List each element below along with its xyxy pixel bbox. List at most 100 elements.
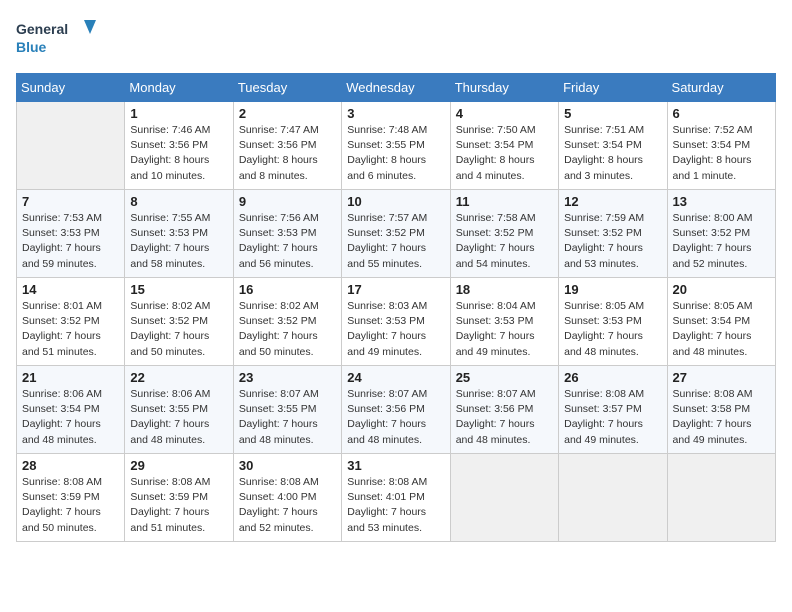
day-info: Sunrise: 7:47 AM Sunset: 3:56 PM Dayligh… bbox=[239, 123, 336, 184]
day-number: 4 bbox=[456, 106, 553, 121]
day-info: Sunrise: 8:08 AM Sunset: 3:59 PM Dayligh… bbox=[22, 475, 119, 536]
calendar-cell: 7Sunrise: 7:53 AM Sunset: 3:53 PM Daylig… bbox=[17, 190, 125, 278]
calendar-cell: 31Sunrise: 8:08 AM Sunset: 4:01 PM Dayli… bbox=[342, 454, 450, 542]
day-number: 12 bbox=[564, 194, 661, 209]
calendar-cell: 5Sunrise: 7:51 AM Sunset: 3:54 PM Daylig… bbox=[559, 102, 667, 190]
header-day-thursday: Thursday bbox=[450, 74, 558, 102]
day-number: 9 bbox=[239, 194, 336, 209]
day-number: 11 bbox=[456, 194, 553, 209]
day-info: Sunrise: 7:58 AM Sunset: 3:52 PM Dayligh… bbox=[456, 211, 553, 272]
calendar-cell: 3 Sunrise: 7:48 AM Sunset: 3:55 PM Daylig… bbox=[342, 102, 450, 190]
calendar-cell: 11 Sunrise: 7:58 AM Sunset: 3:52 PM Dayli… bbox=[450, 190, 558, 278]
day-number: 8 bbox=[130, 194, 227, 209]
day-info: Sunrise: 8:07 AM Sunset: 3:55 PM Dayligh… bbox=[239, 387, 336, 448]
calendar-cell: 20 Sunrise: 8:05 AM Sunset: 3:54 PM Dayli… bbox=[667, 278, 775, 366]
calendar-cell: 26 Sunrise: 8:08 AM Sunset: 3:57 PM Dayli… bbox=[559, 366, 667, 454]
calendar-cell: 19 Sunrise: 8:05 AM Sunset: 3:53 PM Dayli… bbox=[559, 278, 667, 366]
day-number: 6 bbox=[673, 106, 770, 121]
day-number: 18 bbox=[456, 282, 553, 297]
calendar-cell: 1 Sunrise: 7:46 AM Sunset: 3:56 PM Daylig… bbox=[125, 102, 233, 190]
day-number: 23 bbox=[239, 370, 336, 385]
calendar-table: SundayMondayTuesdayWednesdayThursdayFrid… bbox=[16, 73, 776, 542]
day-number: 13 bbox=[673, 194, 770, 209]
svg-text:General: General bbox=[16, 21, 68, 37]
svg-text:Blue: Blue bbox=[16, 39, 47, 55]
day-number: 20 bbox=[673, 282, 770, 297]
calendar-cell: 15 Sunrise: 8:02 AM Sunset: 3:52 PM Dayli… bbox=[125, 278, 233, 366]
header-day-sunday: Sunday bbox=[17, 74, 125, 102]
week-row-1: 1 Sunrise: 7:46 AM Sunset: 3:56 PM Daylig… bbox=[17, 102, 776, 190]
header-row: SundayMondayTuesdayWednesdayThursdayFrid… bbox=[17, 74, 776, 102]
day-info: Sunrise: 7:50 AM Sunset: 3:54 PM Dayligh… bbox=[456, 123, 553, 184]
day-info: Sunrise: 8:00 AM Sunset: 3:52 PM Dayligh… bbox=[673, 211, 770, 272]
day-number: 25 bbox=[456, 370, 553, 385]
day-info: Sunrise: 8:02 AM Sunset: 3:52 PM Dayligh… bbox=[130, 299, 227, 360]
calendar-cell: 17Sunrise: 8:03 AM Sunset: 3:53 PM Dayli… bbox=[342, 278, 450, 366]
week-row-5: 28Sunrise: 8:08 AM Sunset: 3:59 PM Dayli… bbox=[17, 454, 776, 542]
calendar-cell: 14 Sunrise: 8:01 AM Sunset: 3:52 PM Dayli… bbox=[17, 278, 125, 366]
day-number: 7 bbox=[22, 194, 119, 209]
header-day-saturday: Saturday bbox=[667, 74, 775, 102]
day-info: Sunrise: 8:07 AM Sunset: 3:56 PM Dayligh… bbox=[456, 387, 553, 448]
day-info: Sunrise: 8:08 AM Sunset: 3:58 PM Dayligh… bbox=[673, 387, 770, 448]
page-header: General Blue bbox=[16, 16, 776, 65]
day-number: 14 bbox=[22, 282, 119, 297]
day-number: 15 bbox=[130, 282, 227, 297]
day-info: Sunrise: 7:59 AM Sunset: 3:52 PM Dayligh… bbox=[564, 211, 661, 272]
day-info: Sunrise: 8:05 AM Sunset: 3:54 PM Dayligh… bbox=[673, 299, 770, 360]
day-number: 21 bbox=[22, 370, 119, 385]
calendar-cell bbox=[17, 102, 125, 190]
day-number: 10 bbox=[347, 194, 444, 209]
day-number: 29 bbox=[130, 458, 227, 473]
day-info: Sunrise: 8:01 AM Sunset: 3:52 PM Dayligh… bbox=[22, 299, 119, 360]
calendar-cell bbox=[559, 454, 667, 542]
calendar-cell: 22Sunrise: 8:06 AM Sunset: 3:55 PM Dayli… bbox=[125, 366, 233, 454]
calendar-cell: 25 Sunrise: 8:07 AM Sunset: 3:56 PM Dayli… bbox=[450, 366, 558, 454]
day-info: Sunrise: 8:06 AM Sunset: 3:54 PM Dayligh… bbox=[22, 387, 119, 448]
calendar-cell: 13 Sunrise: 8:00 AM Sunset: 3:52 PM Dayli… bbox=[667, 190, 775, 278]
calendar-cell: 18 Sunrise: 8:04 AM Sunset: 3:53 PM Dayli… bbox=[450, 278, 558, 366]
calendar-cell: 23 Sunrise: 8:07 AM Sunset: 3:55 PM Dayli… bbox=[233, 366, 341, 454]
calendar-cell: 29Sunrise: 8:08 AM Sunset: 3:59 PM Dayli… bbox=[125, 454, 233, 542]
day-info: Sunrise: 7:51 AM Sunset: 3:54 PM Dayligh… bbox=[564, 123, 661, 184]
day-info: Sunrise: 8:04 AM Sunset: 3:53 PM Dayligh… bbox=[456, 299, 553, 360]
calendar-cell bbox=[667, 454, 775, 542]
day-info: Sunrise: 8:07 AM Sunset: 3:56 PM Dayligh… bbox=[347, 387, 444, 448]
day-info: Sunrise: 7:48 AM Sunset: 3:55 PM Dayligh… bbox=[347, 123, 444, 184]
header-day-wednesday: Wednesday bbox=[342, 74, 450, 102]
day-number: 19 bbox=[564, 282, 661, 297]
day-info: Sunrise: 8:08 AM Sunset: 3:57 PM Dayligh… bbox=[564, 387, 661, 448]
day-info: Sunrise: 8:08 AM Sunset: 4:00 PM Dayligh… bbox=[239, 475, 336, 536]
calendar-cell bbox=[450, 454, 558, 542]
calendar-cell: 30 Sunrise: 8:08 AM Sunset: 4:00 PM Dayli… bbox=[233, 454, 341, 542]
day-info: Sunrise: 8:08 AM Sunset: 4:01 PM Dayligh… bbox=[347, 475, 444, 536]
day-info: Sunrise: 7:56 AM Sunset: 3:53 PM Dayligh… bbox=[239, 211, 336, 272]
week-row-4: 21 Sunrise: 8:06 AM Sunset: 3:54 PM Dayli… bbox=[17, 366, 776, 454]
calendar-cell: 2 Sunrise: 7:47 AM Sunset: 3:56 PM Daylig… bbox=[233, 102, 341, 190]
day-number: 24 bbox=[347, 370, 444, 385]
header-day-monday: Monday bbox=[125, 74, 233, 102]
calendar-cell: 9 Sunrise: 7:56 AM Sunset: 3:53 PM Daylig… bbox=[233, 190, 341, 278]
day-info: Sunrise: 8:03 AM Sunset: 3:53 PM Dayligh… bbox=[347, 299, 444, 360]
calendar-cell: 24 Sunrise: 8:07 AM Sunset: 3:56 PM Dayli… bbox=[342, 366, 450, 454]
day-number: 26 bbox=[564, 370, 661, 385]
calendar-cell: 28Sunrise: 8:08 AM Sunset: 3:59 PM Dayli… bbox=[17, 454, 125, 542]
week-row-2: 7Sunrise: 7:53 AM Sunset: 3:53 PM Daylig… bbox=[17, 190, 776, 278]
calendar-cell: 21 Sunrise: 8:06 AM Sunset: 3:54 PM Dayli… bbox=[17, 366, 125, 454]
calendar-cell: 6 Sunrise: 7:52 AM Sunset: 3:54 PM Daylig… bbox=[667, 102, 775, 190]
day-number: 2 bbox=[239, 106, 336, 121]
day-info: Sunrise: 7:55 AM Sunset: 3:53 PM Dayligh… bbox=[130, 211, 227, 272]
calendar-cell: 16Sunrise: 8:02 AM Sunset: 3:52 PM Dayli… bbox=[233, 278, 341, 366]
logo: General Blue bbox=[16, 16, 96, 65]
day-number: 3 bbox=[347, 106, 444, 121]
day-info: Sunrise: 7:46 AM Sunset: 3:56 PM Dayligh… bbox=[130, 123, 227, 184]
day-info: Sunrise: 7:52 AM Sunset: 3:54 PM Dayligh… bbox=[673, 123, 770, 184]
logo-text: General Blue bbox=[16, 16, 96, 65]
day-number: 1 bbox=[130, 106, 227, 121]
calendar-cell: 8 Sunrise: 7:55 AM Sunset: 3:53 PM Daylig… bbox=[125, 190, 233, 278]
day-number: 30 bbox=[239, 458, 336, 473]
calendar-cell: 12 Sunrise: 7:59 AM Sunset: 3:52 PM Dayli… bbox=[559, 190, 667, 278]
day-number: 22 bbox=[130, 370, 227, 385]
day-info: Sunrise: 8:05 AM Sunset: 3:53 PM Dayligh… bbox=[564, 299, 661, 360]
week-row-3: 14 Sunrise: 8:01 AM Sunset: 3:52 PM Dayli… bbox=[17, 278, 776, 366]
